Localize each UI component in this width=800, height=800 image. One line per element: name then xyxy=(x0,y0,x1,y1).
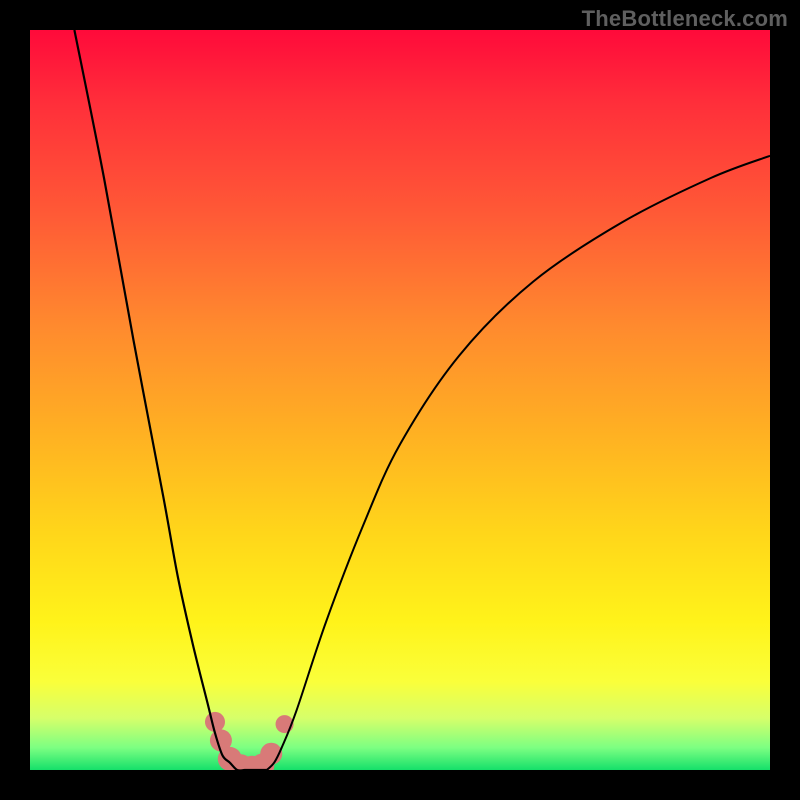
chart-svg xyxy=(30,30,770,770)
plot-area xyxy=(30,30,770,770)
watermark-text: TheBottleneck.com xyxy=(582,6,788,32)
curve-right xyxy=(267,156,770,770)
curve-left xyxy=(74,30,266,770)
chart-frame: TheBottleneck.com xyxy=(0,0,800,800)
